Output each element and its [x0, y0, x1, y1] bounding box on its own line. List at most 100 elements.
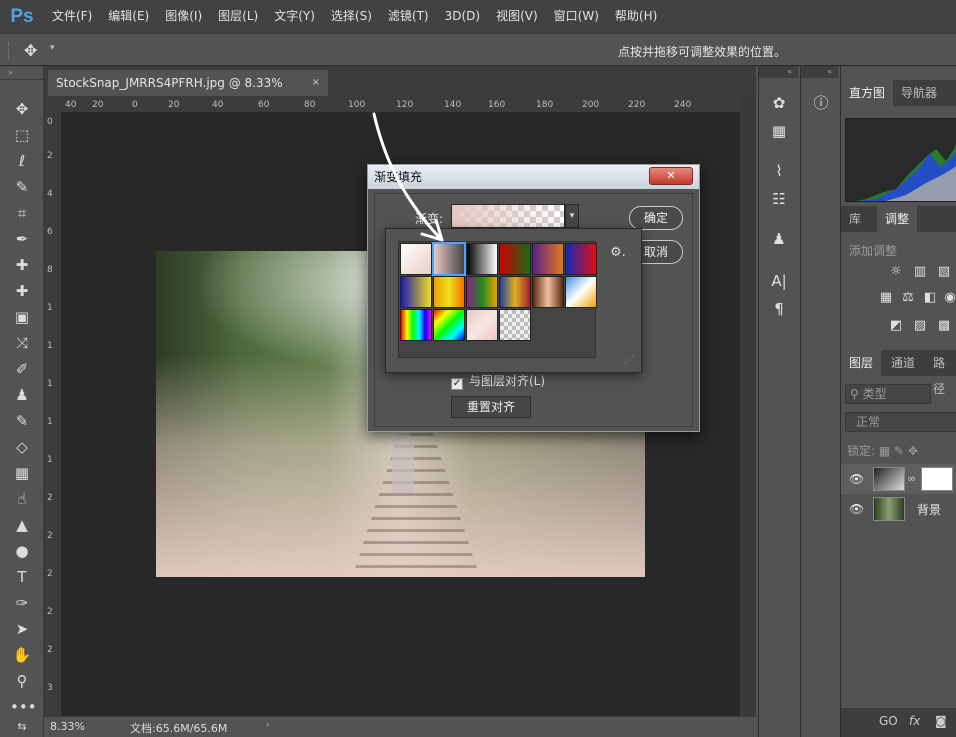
options-grip[interactable] — [8, 42, 11, 59]
align-with-layer-row[interactable]: ✓ 与图层对齐(L) — [451, 372, 545, 390]
eye-icon[interactable]: 👁 — [849, 502, 864, 516]
menu-file[interactable]: 文件(F) — [44, 0, 100, 33]
tab-adjustments[interactable]: 调整 — [877, 206, 918, 232]
curves-icon[interactable]: ▧ — [935, 264, 953, 280]
collapse-icon[interactable]: » — [0, 66, 43, 80]
gear-icon[interactable]: ⚙. — [610, 245, 626, 260]
resize-grip-icon[interactable]: ⋰ — [624, 355, 634, 366]
menu-filter[interactable]: 滤镜(T) — [380, 0, 437, 33]
gradient-swatch[interactable] — [499, 243, 531, 275]
stamp-tool-icon[interactable]: ▣ — [10, 306, 34, 328]
clone-source-icon[interactable]: ♟ — [767, 228, 791, 250]
color-palette-icon[interactable]: ✿ — [767, 92, 791, 114]
gradient-swatch[interactable] — [565, 276, 597, 308]
gradient-swatch[interactable] — [532, 276, 564, 308]
tab-channels[interactable]: 通道 — [883, 350, 923, 376]
character-icon[interactable]: A| — [767, 270, 791, 292]
gradient-swatch[interactable] — [466, 276, 498, 308]
hand-tool-icon[interactable]: ✋ — [10, 644, 34, 666]
balance-icon[interactable]: ⚖ — [899, 290, 917, 306]
quick-select-tool-icon[interactable]: ✎ — [10, 176, 34, 198]
align-checkbox[interactable]: ✓ — [451, 378, 463, 390]
tab-layers[interactable]: 图层 — [841, 350, 882, 376]
fx-icon[interactable]: fx — [909, 714, 920, 728]
paragraph-icon[interactable]: ¶ — [767, 298, 791, 320]
color-swap-icon[interactable]: ⇆ — [10, 716, 34, 737]
path-select-tool-icon[interactable]: ➤ — [10, 618, 34, 640]
tab-histogram[interactable]: 直方图 — [841, 80, 894, 106]
brush-tool-icon[interactable]: ✐ — [10, 358, 34, 380]
menu-edit[interactable]: 编辑(E) — [100, 0, 157, 33]
swatches-grid-icon[interactable]: ▦ — [767, 120, 791, 142]
dodge-tool-icon[interactable]: ● — [10, 540, 34, 562]
gradient-preview[interactable] — [451, 204, 565, 228]
collapse-icon[interactable]: « — [759, 66, 798, 78]
blend-mode-select[interactable]: 正常 — [845, 412, 956, 432]
zoom-level[interactable]: 8.33% — [50, 720, 85, 733]
move-tool-icon[interactable]: ✥ — [10, 98, 34, 120]
gradient-map-icon[interactable]: ▩ — [935, 318, 953, 334]
sharpen-tool-icon[interactable]: ▲ — [10, 514, 34, 536]
eyedropper-tool-icon[interactable]: ✒ — [10, 228, 34, 250]
menu-type[interactable]: 文字(Y) — [266, 0, 323, 33]
menu-window[interactable]: 窗口(W) — [546, 0, 607, 33]
brightness-icon[interactable]: ☼ — [887, 264, 905, 280]
gradient-tool-icon[interactable]: ▦ — [10, 462, 34, 484]
type-tool-icon[interactable]: T — [10, 566, 34, 588]
close-button[interactable]: ✕ — [649, 167, 693, 185]
reset-align-button[interactable]: 重置对齐 — [451, 396, 531, 418]
lock-transparent-icon[interactable]: ▦ — [879, 444, 890, 458]
chevron-down-icon[interactable]: ▾ — [50, 43, 55, 53]
lasso-tool-icon[interactable]: ℓ — [10, 150, 34, 172]
menu-3d[interactable]: 3D(D) — [437, 0, 488, 33]
more-tools-icon[interactable]: ••• — [10, 696, 37, 718]
document-tab[interactable]: StockSnap_JMRRS4PFRH.jpg @ 8.33%(RGB/8) … — [48, 70, 328, 116]
layer-row[interactable]: 👁 背景 — [841, 494, 956, 524]
gradient-swatch[interactable] — [466, 243, 498, 275]
move-icon[interactable]: ✥ — [24, 41, 37, 60]
ok-button[interactable]: 确定 — [629, 206, 683, 230]
link-icon[interactable]: ∞ — [907, 472, 916, 485]
invert-icon[interactable]: ◩ — [887, 318, 905, 334]
layer-filter-select[interactable]: ⚲ 类型 — [845, 384, 931, 404]
gradient-swatch[interactable] — [499, 276, 531, 308]
marquee-tool-icon[interactable]: ⬚ — [10, 124, 34, 146]
exposure-icon[interactable]: ▦ — [877, 290, 895, 306]
link-layers-icon[interactable]: GO — [879, 714, 898, 728]
gradient-swatch[interactable] — [400, 309, 432, 341]
menu-help[interactable]: 帮助(H) — [607, 0, 665, 33]
posterize-icon[interactable]: ▨ — [911, 318, 929, 334]
gradient-swatch[interactable] — [466, 309, 498, 341]
pen-tool-icon[interactable]: ✑ — [10, 592, 34, 614]
history-brush-tool-icon[interactable]: ✎ — [10, 410, 34, 432]
patch-tool-icon[interactable]: ✚ — [10, 280, 34, 302]
info-icon[interactable]: ⓘ — [809, 92, 833, 114]
menu-layer[interactable]: 图层(L) — [210, 0, 266, 33]
gradient-swatch[interactable] — [433, 309, 465, 341]
eraser-tool-icon[interactable]: ◇ — [10, 436, 34, 458]
zoom-tool-icon[interactable]: ⚲ — [10, 670, 34, 692]
collapse-icon[interactable]: « — [801, 66, 838, 78]
gradient-swatch[interactable] — [532, 243, 564, 275]
crop-tool-icon[interactable]: ⌗ — [10, 202, 34, 224]
black-white-icon[interactable]: ◧ — [921, 290, 939, 306]
gradient-swatch[interactable] — [499, 309, 531, 341]
menu-image[interactable]: 图像(I) — [157, 0, 210, 33]
lock-move-icon[interactable]: ✥ — [908, 444, 918, 458]
add-mask-icon[interactable]: ◙ — [935, 714, 947, 728]
tab-libraries[interactable]: 库 — [841, 206, 869, 232]
layer-row[interactable]: 👁 ∞ — [841, 464, 956, 494]
tab-paths[interactable]: 路径 — [925, 350, 956, 396]
clone-stamp-tool-icon[interactable]: ♟ — [10, 384, 34, 406]
vertical-scrollbar[interactable] — [740, 96, 756, 716]
smudge-tool-icon[interactable]: ☝ — [10, 488, 34, 510]
healing-brush-tool-icon[interactable]: ✚ — [10, 254, 34, 276]
close-icon[interactable]: × — [312, 70, 320, 96]
gradient-swatch[interactable] — [565, 243, 597, 275]
layer-name[interactable]: 背景 — [917, 501, 941, 518]
photo-filter-icon[interactable]: ◉ — [941, 290, 956, 306]
mask-thumbnail[interactable] — [921, 467, 953, 491]
brush-settings-icon[interactable]: ☷ — [767, 188, 791, 210]
gradient-swatch[interactable] — [433, 276, 465, 308]
puppet-tool-icon[interactable]: ⤨ — [10, 332, 34, 354]
